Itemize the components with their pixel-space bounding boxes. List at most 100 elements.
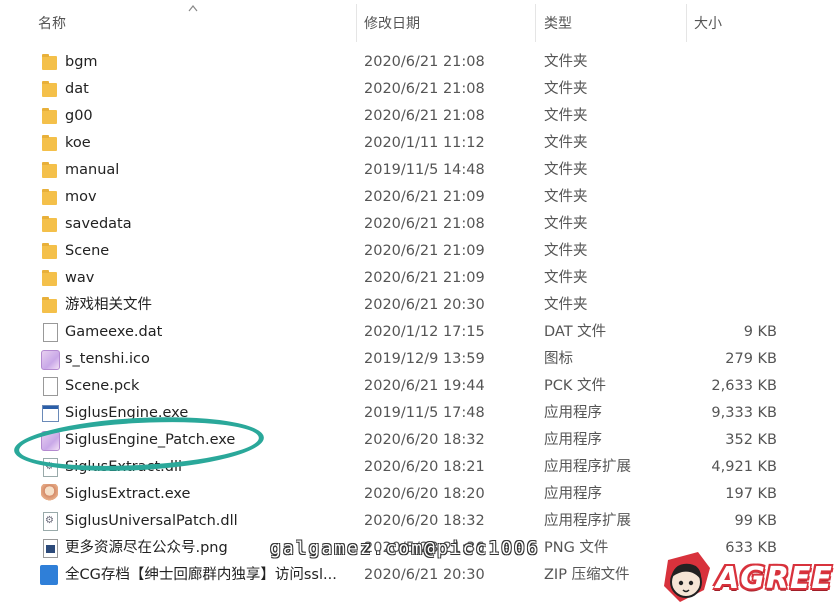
file-date: 2020/1/11 11:12 <box>364 135 485 151</box>
file-size: 2,633 KB <box>711 378 777 394</box>
folder-icon <box>42 162 57 178</box>
file-date: 2020/1/12 17:15 <box>364 324 485 340</box>
mascot-logo-icon <box>664 552 710 602</box>
file-type: ZIP 压缩文件 <box>544 567 630 583</box>
file-row[interactable]: wav 2020/6/21 21:09 文件夹 <box>0 265 835 292</box>
file-row[interactable]: Scene.pck 2020/6/21 19:44 PCK 文件 2,633 KB <box>0 373 835 400</box>
file-row[interactable]: SiglusUniversalPatch.dll 2020/6/20 18:32 应… <box>0 508 835 535</box>
file-row[interactable]: g00 2020/6/21 21:08 文件夹 <box>0 103 835 130</box>
file-row[interactable]: dat 2020/6/21 21:08 文件夹 <box>0 76 835 103</box>
file-date: 2020/6/21 19:44 <box>364 378 485 394</box>
file-date: 2020/6/21 21:08 <box>364 216 485 232</box>
document-icon <box>43 323 58 342</box>
file-row[interactable]: 游戏相关文件 2020/6/21 20:30 文件夹 <box>0 292 835 319</box>
file-type: 应用程序 <box>544 432 602 448</box>
column-header-type[interactable]: 类型 <box>544 0 572 45</box>
file-row[interactable]: Gameexe.dat 2020/1/12 17:15 DAT 文件 9 KB <box>0 319 835 346</box>
file-row[interactable]: s_tenshi.ico 2019/12/9 13:59 图标 279 KB <box>0 346 835 373</box>
file-name: mov <box>65 189 97 205</box>
file-type: 应用程序 <box>544 486 602 502</box>
file-name: SiglusExtract.exe <box>65 486 191 502</box>
column-header-date[interactable]: 修改日期 <box>364 0 420 45</box>
folder-icon <box>42 216 57 232</box>
column-divider[interactable] <box>686 4 687 42</box>
file-date: 2020/6/21 21:09 <box>364 189 485 205</box>
file-row[interactable]: SiglusEngine.exe 2019/11/5 17:48 应用程序 9,333… <box>0 400 835 427</box>
file-name: s_tenshi.ico <box>65 351 150 367</box>
file-type: 文件夹 <box>544 162 588 178</box>
file-type: 图标 <box>544 351 573 367</box>
file-size: 9,333 KB <box>711 405 777 421</box>
folder-icon <box>42 243 57 259</box>
agree-logo: AGREE <box>660 548 832 608</box>
character-icon <box>41 484 58 504</box>
dll-icon <box>43 458 58 477</box>
file-name: SiglusEngine.exe <box>65 405 189 421</box>
file-row[interactable]: bgm 2020/6/21 21:08 文件夹 <box>0 49 835 76</box>
file-row[interactable]: mov 2020/6/21 21:09 文件夹 <box>0 184 835 211</box>
file-row[interactable]: Scene 2020/6/21 21:09 文件夹 <box>0 238 835 265</box>
file-row[interactable]: koe 2020/1/11 11:12 文件夹 <box>0 130 835 157</box>
file-size: 99 KB <box>734 513 777 529</box>
file-name: SiglusEngine_Patch.exe <box>65 432 236 448</box>
logo-text: AGREE <box>716 561 833 596</box>
file-name: manual <box>65 162 120 178</box>
file-date: 2020/6/21 21:09 <box>364 243 485 259</box>
column-header-name[interactable]: 名称 <box>38 0 66 45</box>
file-name: Scene <box>65 243 110 259</box>
document-icon <box>43 377 58 396</box>
folder-icon <box>42 189 57 205</box>
file-type: 文件夹 <box>544 54 588 70</box>
file-name: bgm <box>65 54 98 70</box>
file-date: 2020/6/20 18:21 <box>364 459 485 475</box>
column-divider[interactable] <box>535 4 536 42</box>
column-header: 名称 修改日期 类型 大小 <box>0 0 835 45</box>
file-date: 2020/6/21 21:08 <box>364 108 485 124</box>
file-type: 文件夹 <box>544 189 588 205</box>
file-name: 更多资源尽在公众号.png <box>65 540 228 556</box>
column-header-size[interactable]: 大小 <box>694 0 722 45</box>
file-row[interactable]: SiglusExtract.exe 2020/6/20 18:20 应用程序 197 … <box>0 481 835 508</box>
file-size: 9 KB <box>743 324 777 340</box>
file-name: dat <box>65 81 89 97</box>
file-date: 2020/6/20 18:20 <box>364 486 485 502</box>
file-type: PNG 文件 <box>544 540 609 556</box>
file-name: wav <box>65 270 95 286</box>
file-name: SiglusUniversalPatch.dll <box>65 513 238 529</box>
file-size: 279 KB <box>725 351 777 367</box>
file-date: 2020/6/20 18:32 <box>364 432 485 448</box>
file-name: koe <box>65 135 91 151</box>
file-date: 2020/6/21 20:30 <box>364 567 485 583</box>
watermark-text: galgamez.com@picc1006 <box>270 538 540 559</box>
file-row[interactable]: manual 2019/11/5 14:48 文件夹 <box>0 157 835 184</box>
file-date: 2020/6/21 20:30 <box>364 297 485 313</box>
file-type: 文件夹 <box>544 243 588 259</box>
file-name: savedata <box>65 216 132 232</box>
file-type: DAT 文件 <box>544 324 607 340</box>
file-date: 2020/6/21 21:08 <box>364 54 485 70</box>
file-date: 2019/11/5 14:48 <box>364 162 485 178</box>
file-type: 文件夹 <box>544 270 588 286</box>
file-date: 2020/6/20 18:32 <box>364 513 485 529</box>
file-row[interactable]: savedata 2020/6/21 21:08 文件夹 <box>0 211 835 238</box>
file-date: 2020/6/21 21:09 <box>364 270 485 286</box>
file-size: 197 KB <box>725 486 777 502</box>
png-icon <box>43 539 58 558</box>
file-type: 应用程序 <box>544 405 602 421</box>
column-divider[interactable] <box>356 4 357 42</box>
file-type: 文件夹 <box>544 108 588 124</box>
file-name: g00 <box>65 108 93 124</box>
file-row[interactable]: SiglusExtract.dll 2020/6/20 18:21 应用程序扩展 4,… <box>0 454 835 481</box>
sort-ascending-icon <box>188 5 198 12</box>
file-name: Scene.pck <box>65 378 140 394</box>
file-size: 352 KB <box>725 432 777 448</box>
zip-icon <box>40 565 58 585</box>
file-size: 4,921 KB <box>711 459 777 475</box>
folder-icon <box>42 54 57 70</box>
file-row[interactable]: SiglusEngine_Patch.exe 2020/6/20 18:32 应用程… <box>0 427 835 454</box>
file-name: 全CG存档【绅士回廊群内独享】访问ssl... <box>65 567 337 583</box>
file-name: Gameexe.dat <box>65 324 163 340</box>
file-name: SiglusExtract.dll <box>65 459 183 475</box>
file-type: 文件夹 <box>544 216 588 232</box>
file-type: 应用程序扩展 <box>544 513 631 529</box>
